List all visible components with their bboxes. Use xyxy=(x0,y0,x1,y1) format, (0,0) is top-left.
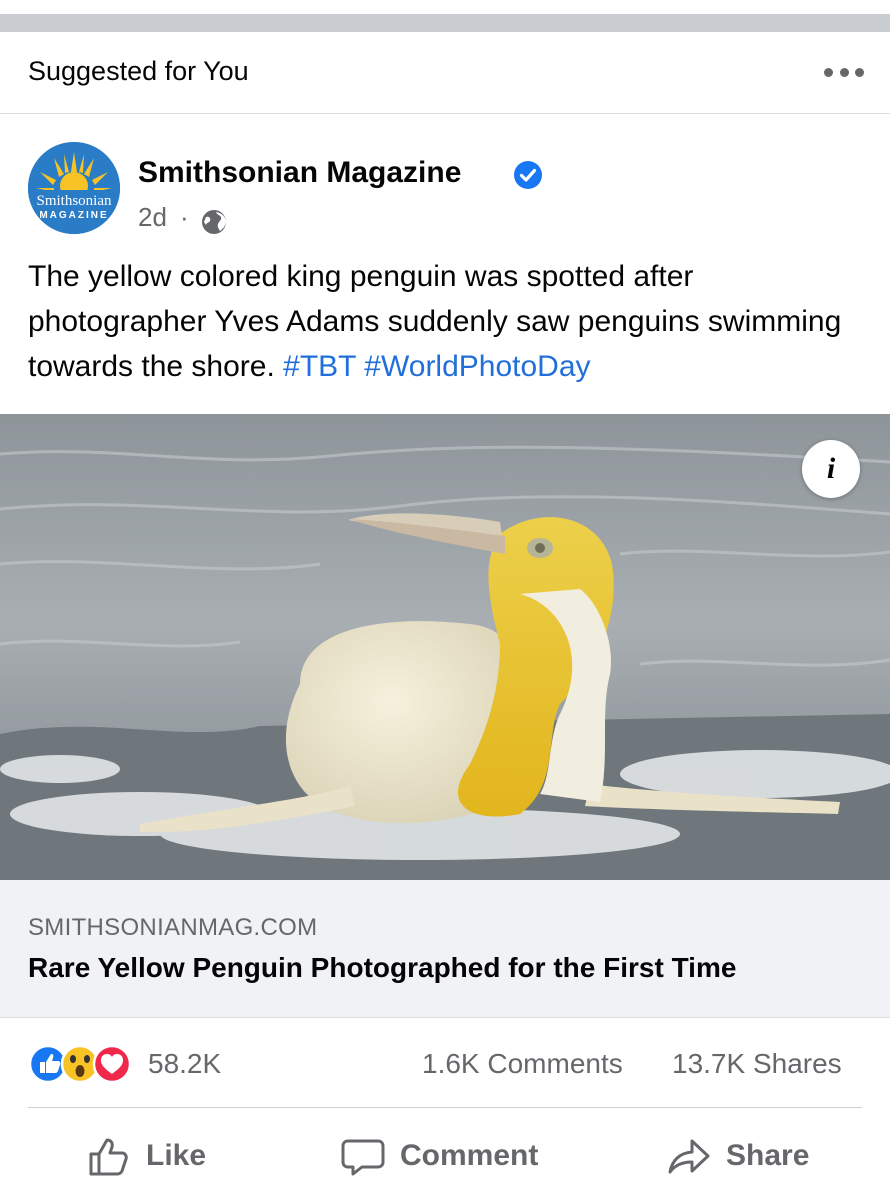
post-text: The yellow colored king penguin was spot… xyxy=(28,254,868,389)
avatar-text: Smithsonian xyxy=(36,193,112,209)
hashtag-worldphotoday[interactable]: #WorldPhotoDay xyxy=(364,350,590,383)
share-label: Share xyxy=(726,1139,810,1172)
verified-badge-icon xyxy=(514,161,542,189)
suggested-title: Suggested for You xyxy=(28,56,249,86)
link-preview[interactable]: SMITHSONIANMAG.COM Rare Yellow Penguin P… xyxy=(0,880,890,1018)
like-reaction-icon xyxy=(28,1044,68,1084)
like-button[interactable]: Like xyxy=(86,1126,206,1186)
love-reaction-icon xyxy=(92,1044,132,1084)
more-dots-icon[interactable] xyxy=(824,60,864,84)
link-domain: SMITHSONIANMAG.COM xyxy=(28,914,318,941)
action-bar: Like Comment Share xyxy=(0,1108,890,1200)
post-photo[interactable] xyxy=(0,414,890,880)
share-arrow-icon xyxy=(668,1139,710,1174)
link-title[interactable]: Rare Yellow Penguin Photographed for the… xyxy=(28,952,736,984)
thumbs-up-icon xyxy=(89,1138,128,1176)
comment-label: Comment xyxy=(400,1139,539,1172)
page-name[interactable]: Smithsonian Magazine xyxy=(138,156,461,190)
post-time[interactable]: 2d xyxy=(138,202,167,233)
comments-count[interactable]: 1.6K Comments xyxy=(422,1048,623,1080)
shares-count[interactable]: 13.7K Shares xyxy=(672,1048,842,1080)
avatar-subtext: MAGAZINE xyxy=(39,210,109,221)
comment-bubble-icon xyxy=(341,1139,385,1176)
info-icon[interactable]: i xyxy=(802,440,860,498)
suggested-header: Suggested for You xyxy=(0,32,890,114)
feed-separator-bar xyxy=(0,14,890,32)
like-label: Like xyxy=(146,1139,207,1172)
time-separator: · xyxy=(180,202,189,232)
reaction-count[interactable]: 58.2K xyxy=(148,1048,221,1080)
comment-button[interactable]: Comment xyxy=(340,1126,538,1186)
globe-icon xyxy=(202,210,226,234)
penguin-photo xyxy=(0,414,890,880)
wow-reaction-icon xyxy=(60,1044,100,1084)
feed-separator xyxy=(0,0,890,32)
share-button[interactable]: Share xyxy=(666,1126,809,1186)
post-stats: 58.2K 1.6K Comments 13.7K Shares xyxy=(0,1018,890,1108)
reaction-icons[interactable] xyxy=(28,1044,140,1084)
post-header: Smithsonian MAGAZINE Smithsonian Magazin… xyxy=(0,114,890,244)
hashtag-tbt[interactable]: #TBT xyxy=(283,350,356,383)
avatar[interactable]: Smithsonian MAGAZINE xyxy=(28,142,120,234)
